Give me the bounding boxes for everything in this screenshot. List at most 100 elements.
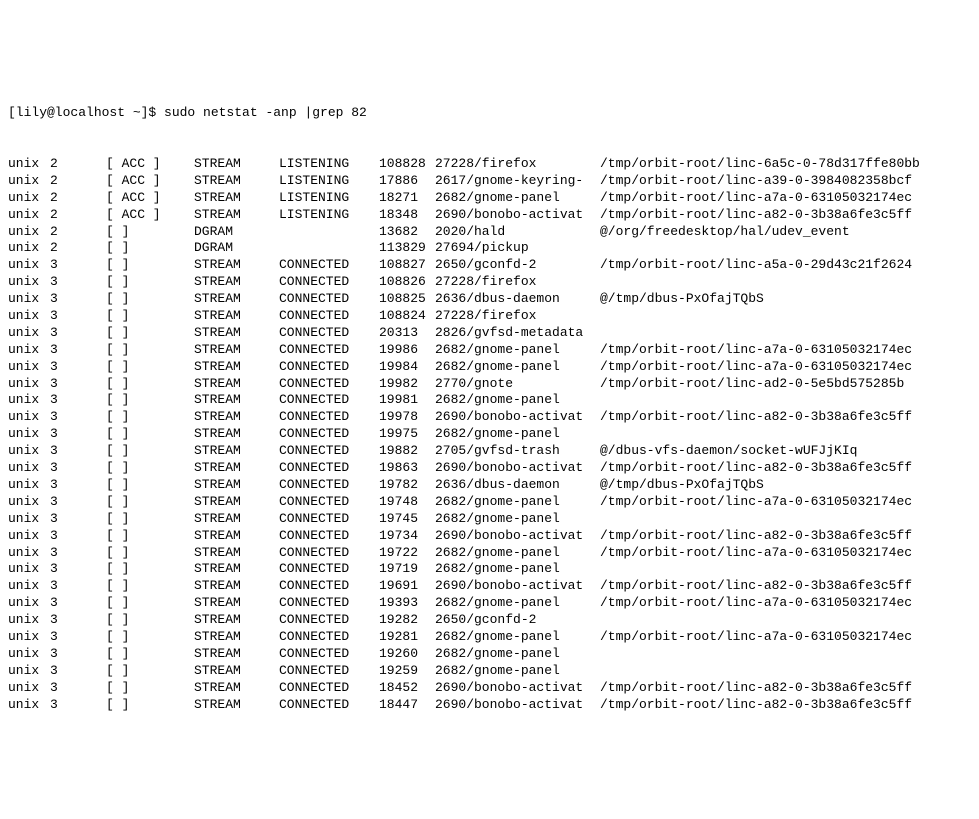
netstat-row: unix2[ ACC ]STREAMLISTENING178862617/gno… <box>8 173 971 190</box>
col-pid: 27228/firefox <box>435 274 600 291</box>
col-proto: unix <box>8 409 50 426</box>
col-state: LISTENING <box>279 207 379 224</box>
col-flags: [ ACC ] <box>106 156 194 173</box>
col-pid: 2690/bonobo-activat <box>435 528 600 545</box>
col-path: /tmp/orbit-root/linc-6a5c-0-78d317ffe80b… <box>600 156 920 173</box>
col-refcnt: 3 <box>50 376 106 393</box>
col-flags: [ ] <box>106 680 194 697</box>
netstat-row: unix3[ ]STREAMCONNECTED1088252636/dbus-d… <box>8 291 971 308</box>
netstat-row: unix3[ ]STREAMCONNECTED199822770/gnote/t… <box>8 376 971 393</box>
col-type: STREAM <box>194 629 279 646</box>
col-proto: unix <box>8 460 50 477</box>
col-type: STREAM <box>194 291 279 308</box>
col-path: /tmp/orbit-root/linc-a82-0-3b38a6fe3c5ff <box>600 460 912 477</box>
col-inode: 19691 <box>379 578 435 595</box>
col-state: CONNECTED <box>279 477 379 494</box>
col-pid: 2690/bonobo-activat <box>435 680 600 697</box>
col-type: DGRAM <box>194 224 279 241</box>
col-pid: 2682/gnome-panel <box>435 392 600 409</box>
col-inode: 19748 <box>379 494 435 511</box>
col-pid: 2705/gvfsd-trash <box>435 443 600 460</box>
col-flags: [ ] <box>106 325 194 342</box>
col-inode: 19722 <box>379 545 435 562</box>
col-flags: [ ] <box>106 308 194 325</box>
netstat-row: unix3[ ]STREAMCONNECTED193932682/gnome-p… <box>8 595 971 612</box>
col-pid: 2617/gnome-keyring- <box>435 173 600 190</box>
col-state: CONNECTED <box>279 629 379 646</box>
col-pid: 2682/gnome-panel <box>435 494 600 511</box>
col-pid: 2636/dbus-daemon <box>435 291 600 308</box>
col-inode: 19259 <box>379 663 435 680</box>
col-inode: 108828 <box>379 156 435 173</box>
col-inode: 108826 <box>379 274 435 291</box>
col-proto: unix <box>8 511 50 528</box>
netstat-row: unix2[ ACC ]STREAMLISTENING183482690/bon… <box>8 207 971 224</box>
col-proto: unix <box>8 376 50 393</box>
netstat-row: unix3[ ]STREAMCONNECTED10882627228/firef… <box>8 274 971 291</box>
col-type: STREAM <box>194 376 279 393</box>
col-pid: 2682/gnome-panel <box>435 511 600 528</box>
col-proto: unix <box>8 342 50 359</box>
col-type: STREAM <box>194 274 279 291</box>
col-flags: [ ] <box>106 629 194 646</box>
terminal-output[interactable]: [lily@localhost ~]$ sudo netstat -anp |g… <box>8 72 971 731</box>
col-type: STREAM <box>194 190 279 207</box>
col-inode: 19260 <box>379 646 435 663</box>
col-inode: 18348 <box>379 207 435 224</box>
netstat-row: unix3[ ]STREAMCONNECTED197452682/gnome-p… <box>8 511 971 528</box>
col-inode: 19981 <box>379 392 435 409</box>
col-refcnt: 2 <box>50 240 106 257</box>
col-flags: [ ] <box>106 477 194 494</box>
netstat-row: unix3[ ]STREAMCONNECTED198632690/bonobo-… <box>8 460 971 477</box>
col-path: /tmp/orbit-root/linc-a82-0-3b38a6fe3c5ff <box>600 528 912 545</box>
col-proto: unix <box>8 612 50 629</box>
col-type: STREAM <box>194 359 279 376</box>
col-refcnt: 3 <box>50 477 106 494</box>
col-path: /tmp/orbit-root/linc-a7a-0-63105032174ec <box>600 342 912 359</box>
col-refcnt: 3 <box>50 680 106 697</box>
col-refcnt: 3 <box>50 494 106 511</box>
netstat-row: unix2[ ACC ]STREAMLISTENING10882827228/f… <box>8 156 971 173</box>
col-pid: 2020/hald <box>435 224 600 241</box>
col-flags: [ ] <box>106 224 194 241</box>
col-inode: 18452 <box>379 680 435 697</box>
col-inode: 19882 <box>379 443 435 460</box>
col-refcnt: 3 <box>50 460 106 477</box>
col-flags: [ ACC ] <box>106 173 194 190</box>
netstat-row: unix3[ ]STREAMCONNECTED192592682/gnome-p… <box>8 663 971 680</box>
col-inode: 20313 <box>379 325 435 342</box>
col-type: STREAM <box>194 511 279 528</box>
netstat-row: unix3[ ]STREAMCONNECTED197822636/dbus-da… <box>8 477 971 494</box>
col-proto: unix <box>8 308 50 325</box>
col-flags: [ ACC ] <box>106 207 194 224</box>
col-refcnt: 3 <box>50 578 106 595</box>
col-state: CONNECTED <box>279 528 379 545</box>
col-type: STREAM <box>194 257 279 274</box>
col-proto: unix <box>8 578 50 595</box>
netstat-row: unix3[ ]STREAMCONNECTED199862682/gnome-p… <box>8 342 971 359</box>
col-refcnt: 3 <box>50 325 106 342</box>
netstat-row: unix3[ ]STREAMCONNECTED199842682/gnome-p… <box>8 359 971 376</box>
col-flags: [ ACC ] <box>106 190 194 207</box>
col-refcnt: 2 <box>50 224 106 241</box>
col-refcnt: 3 <box>50 291 106 308</box>
col-state: CONNECTED <box>279 291 379 308</box>
col-flags: [ ] <box>106 376 194 393</box>
netstat-row: unix3[ ]STREAMCONNECTED197482682/gnome-p… <box>8 494 971 511</box>
col-type: STREAM <box>194 528 279 545</box>
col-state: CONNECTED <box>279 578 379 595</box>
col-proto: unix <box>8 680 50 697</box>
col-flags: [ ] <box>106 545 194 562</box>
col-state: CONNECTED <box>279 308 379 325</box>
col-inode: 19719 <box>379 561 435 578</box>
col-state: CONNECTED <box>279 426 379 443</box>
col-refcnt: 3 <box>50 612 106 629</box>
col-pid: 2636/dbus-daemon <box>435 477 600 494</box>
col-refcnt: 3 <box>50 308 106 325</box>
col-refcnt: 2 <box>50 173 106 190</box>
col-flags: [ ] <box>106 612 194 629</box>
col-state: CONNECTED <box>279 325 379 342</box>
col-path: @/org/freedesktop/hal/udev_event <box>600 224 850 241</box>
col-refcnt: 3 <box>50 443 106 460</box>
col-flags: [ ] <box>106 494 194 511</box>
